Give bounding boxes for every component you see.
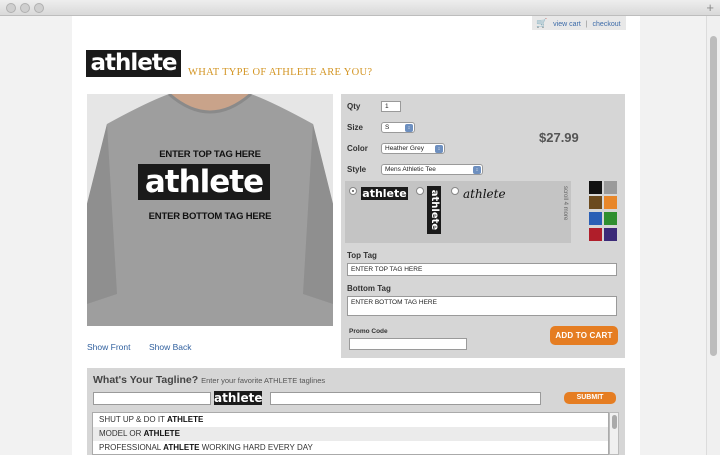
logo-style-vertical[interactable]: athlete [427, 186, 441, 234]
tagline-logo: athlete [214, 391, 263, 405]
view-cart-link[interactable]: view cart [553, 21, 581, 28]
color-swatch-grey[interactable] [604, 181, 617, 194]
cart-separator: | [585, 21, 588, 28]
style-radio-vertical[interactable] [416, 187, 424, 195]
shirt-bottom-tag: ENTER BOTTOM TAG HERE [148, 211, 272, 222]
list-item[interactable]: SHUT UP & DO IT ATHLETE [93, 413, 608, 427]
show-back-link[interactable]: Show Back [149, 342, 192, 352]
promo-code-label: Promo Code [349, 328, 388, 335]
tagline-list-scroll-thumb[interactable] [612, 415, 617, 429]
add-to-cart-button[interactable]: ADD TO CART [550, 326, 618, 345]
style-label: Style [347, 165, 367, 174]
tshirt-image [87, 94, 333, 326]
shirt-top-tag: ENTER TOP TAG HERE [159, 149, 261, 160]
color-label: Color [347, 144, 368, 153]
tagline-subtitle: Enter your favorite ATHLETE taglines [201, 376, 326, 385]
top-tag-label: Top Tag [347, 251, 377, 260]
size-label: Size [347, 123, 364, 132]
style-value: Mens Athletic Tee [385, 166, 436, 173]
style-radio-script[interactable] [451, 187, 459, 195]
tagline-section: What's Your Tagline? Enter your favorite… [87, 368, 625, 455]
tagline-text: SHUT UP & DO IT [99, 415, 168, 424]
athlete-logo[interactable]: athlete [86, 50, 181, 77]
size-value: S [385, 124, 390, 131]
color-swatch-green[interactable] [604, 212, 617, 225]
qty-input[interactable]: 1 [381, 101, 401, 112]
color-swatch-purple[interactable] [604, 228, 617, 241]
top-tag-input[interactable]: ENTER TOP TAG HERE [347, 263, 617, 276]
tagline-title-text: What's Your Tagline? [93, 374, 199, 386]
tagline-prefix-input[interactable] [93, 392, 211, 405]
window-zoom-button[interactable] [34, 3, 44, 13]
bottom-tag-textarea[interactable]: ENTER BOTTOM TAG HERE [347, 296, 617, 316]
tagline-text: WORKING HARD EVERY DAY [199, 443, 313, 452]
shirt-logo: athlete [138, 164, 270, 200]
color-swatch-orange[interactable] [604, 196, 617, 209]
logo-style-picker: athlete athlete athlete [345, 181, 571, 243]
tagline-title: What's Your Tagline? Enter your favorite… [93, 374, 325, 386]
cart-bar: 🛒 view cart | checkout [532, 16, 626, 30]
window-scrollbar[interactable] [706, 16, 720, 455]
shirt-preview: ENTER TOP TAG HERE athlete ENTER BOTTOM … [87, 94, 333, 326]
bottom-tag-label: Bottom Tag [347, 284, 391, 293]
window-minimize-button[interactable] [20, 3, 30, 13]
page-background-left [0, 16, 72, 455]
logo-style-script[interactable]: athlete [463, 187, 506, 201]
window-titlebar: + [0, 0, 720, 16]
submit-button[interactable]: SUBMIT [564, 392, 616, 404]
style-radio-horizontal[interactable] [349, 187, 357, 195]
list-item[interactable]: PROFESSIONAL ATHLETE WORKING HARD EVERY … [93, 441, 608, 454]
style-select[interactable]: Mens Athletic Tee ↕ [381, 164, 483, 175]
tagline-text: PROFESSIONAL [99, 443, 164, 452]
tagline-brand: ATHLETE [167, 415, 204, 424]
checkout-link[interactable]: checkout [593, 21, 621, 28]
new-tab-icon[interactable]: + [706, 0, 714, 16]
color-swatch-blue[interactable] [589, 212, 602, 225]
qty-label: Qty [347, 102, 361, 111]
window-close-button[interactable] [6, 3, 16, 13]
price: $27.99 [539, 130, 579, 145]
tagline-suffix-input[interactable] [270, 392, 541, 405]
show-front-link[interactable]: Show Front [87, 342, 130, 352]
select-arrows-icon: ↕ [435, 145, 443, 153]
page-tagline: WHAT TYPE OF ATHLETE ARE YOU? [188, 67, 373, 78]
scrollbar-thumb[interactable] [710, 36, 717, 356]
tagline-list[interactable]: SHUT UP & DO IT ATHLETE MODEL OR ATHLETE… [92, 412, 609, 455]
logo-style-horizontal[interactable]: athlete [361, 187, 408, 200]
scroll-more-label[interactable]: scroll 4 more [562, 186, 568, 220]
list-item[interactable]: MODEL OR ATHLETE [93, 427, 608, 441]
tagline-brand: ATHLETE [143, 429, 180, 438]
page-content: 🛒 view cart | checkout athlete WHAT TYPE… [72, 16, 640, 455]
color-swatch-brown[interactable] [589, 196, 602, 209]
tagline-text: MODEL OR [99, 429, 144, 438]
options-panel: Qty 1 Size S ↕ Color Heather Grey ↕ Style … [341, 94, 625, 358]
shopping-cart-icon[interactable]: 🛒 [536, 16, 547, 30]
select-arrows-icon: ↕ [473, 166, 481, 174]
promo-code-input[interactable] [349, 338, 467, 350]
color-select[interactable]: Heather Grey ↕ [381, 143, 445, 154]
color-swatch-black[interactable] [589, 181, 602, 194]
size-select[interactable]: S ↕ [381, 122, 415, 133]
color-value: Heather Grey [385, 145, 425, 152]
vertical-logo-text: athlete [429, 189, 440, 231]
tagline-list-scrollbar[interactable] [609, 412, 619, 455]
page-background-right [640, 16, 706, 455]
select-arrows-icon: ↕ [405, 124, 413, 132]
color-swatch-red[interactable] [589, 228, 602, 241]
tagline-brand: ATHLETE [163, 443, 200, 452]
